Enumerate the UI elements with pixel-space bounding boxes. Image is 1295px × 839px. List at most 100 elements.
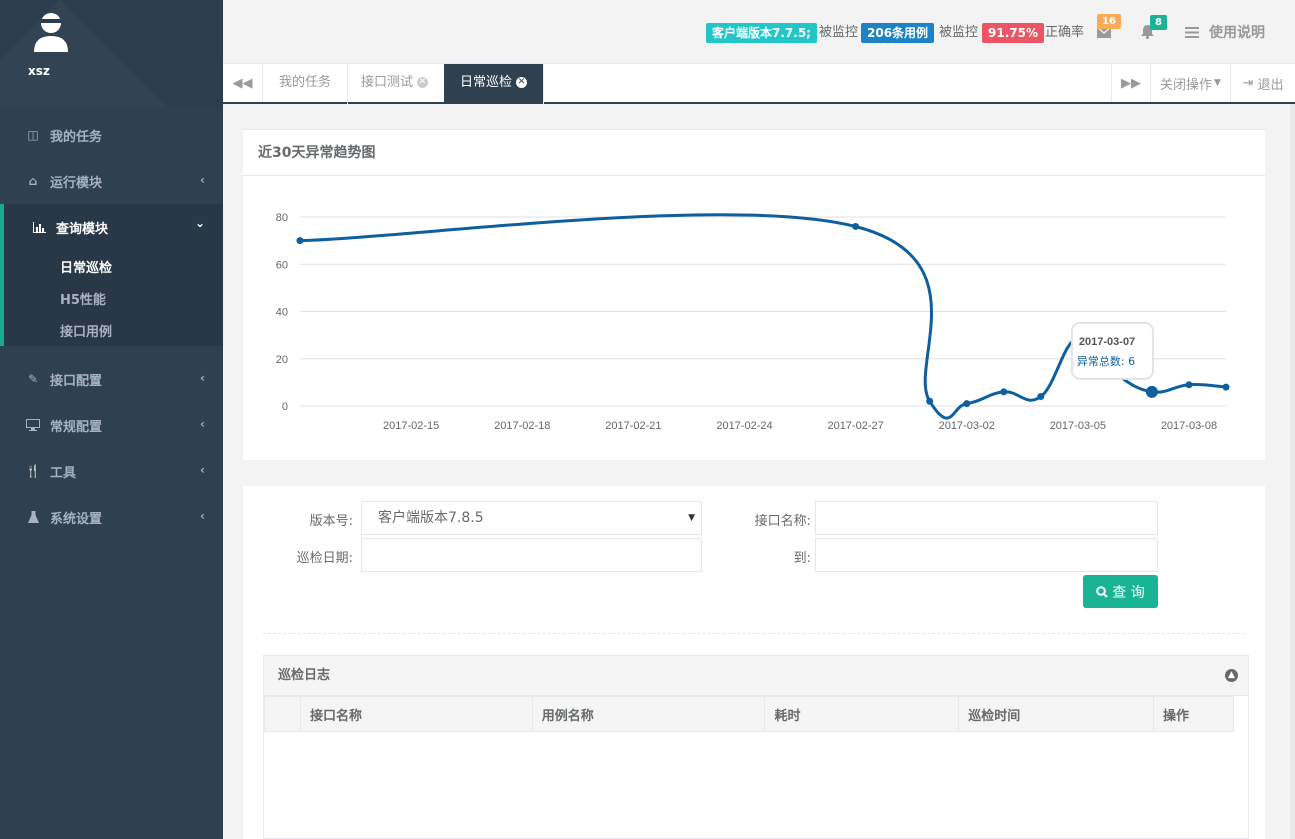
x-tick-label: 2017-02-18 [494,420,550,432]
column-header[interactable]: 耗时 [764,696,960,732]
nav-system-settings[interactable]: 系统设置 ‹ [0,494,223,540]
avatar-icon[interactable] [30,10,72,52]
monitored-text: 被监控 [819,25,859,40]
cases-label: 206条用例 [861,23,935,43]
y-tick-label: 20 [276,354,288,366]
username[interactable]: xsz [28,64,50,78]
y-tick-label: 40 [276,307,288,319]
close-ops-label: 关闭操作 [1160,77,1213,93]
tab-bar: ◀◀ 我的任务 接口测试 ✕ 日常巡检 ✕ ▶▶ 关闭操作 ▼ ⇥ 退出 [223,64,1295,104]
trend-chart: 0 20 40 60 80 2017-02-15 2017-02-18 2017-02-21 2… [276,212,1230,432]
x-tick-label: 2017-03-05 [1050,420,1106,432]
monitored-text: 被监控 [939,25,979,40]
x-tick-label: 2017-03-08 [1161,420,1217,432]
log-panel-title: 巡检日志 [278,668,331,683]
nav-run-module[interactable]: ⌂ 运行模块 ‹ [0,158,223,204]
nav-label: 运行模块 [50,175,103,191]
bell-count-badge: 8 [1150,15,1167,30]
scroll-left-button[interactable]: ◀◀ [223,64,263,102]
nav-tools[interactable]: 🍴 工具 ‹ [0,448,223,494]
logout-label: 退出 [1257,77,1284,93]
x-tick-label: 2017-02-15 [383,420,439,432]
log-panel-header: 巡检日志 ▲ [264,656,1248,696]
tooltip-date: 2017-03-07 [1079,336,1135,348]
api-name-input[interactable] [815,501,1158,535]
nav-my-tasks[interactable]: ◫ 我的任务 [0,112,223,158]
nav-api-config[interactable]: ✎ 接口配置 ‹ [0,356,223,402]
query-button-label: 查 询 [1112,584,1145,601]
close-tab-icon[interactable]: ✕ [417,77,429,88]
tab-daily-inspection[interactable]: 日常巡检 ✕ [444,64,545,104]
chevron-left-icon: ‹ [200,417,205,431]
nav-query-group: 查询模块 ⌄ 日常巡检 H5性能 接口用例 [0,204,223,346]
y-tick-label: 80 [276,212,288,224]
tooltip-box [1070,321,1154,380]
subnav-api-cases[interactable]: 接口用例 [32,314,223,346]
data-point-highlighted [1145,385,1158,398]
table-header-row: 接口名称 用例名称 耗时 巡检时间 操作 [264,696,1234,732]
backward-icon: ◀◀ [232,75,253,91]
nav-label: 查询模块 [56,221,109,237]
date-to-input[interactable] [815,538,1158,572]
column-header[interactable]: 用例名称 [531,696,766,732]
date-to-label: 到: [793,551,811,566]
scrollbar-track[interactable] [1290,104,1295,839]
select-column-header [264,696,301,732]
chevron-left-icon: ‹ [200,173,205,187]
query-form-panel: 版本号: 客户端版本7.8.5 ▼ 接口名称: 巡检日期: 到: 查 询 巡检日… [243,486,1265,839]
y-tick-label: 60 [276,259,288,271]
query-button[interactable]: 查 询 [1083,575,1158,608]
chevron-left-icon: ‹ [200,371,205,385]
mail-count-badge: 16 [1097,14,1121,29]
cutlery-icon: 🍴 [25,464,41,478]
data-point [852,222,860,230]
x-tick-label: 2017-03-02 [939,420,995,432]
edit-icon: ✎ [27,372,39,386]
scroll-right-button[interactable]: ▶▶ [1111,64,1151,102]
search-icon [1096,585,1109,598]
column-header[interactable]: 巡检时间 [958,696,1155,732]
column-header[interactable]: 接口名称 [299,696,533,732]
desktop-icon [26,418,40,432]
data-point [1222,383,1230,391]
nav-label: 我的任务 [50,129,103,145]
subnav-h5-performance[interactable]: H5性能 [32,282,223,314]
y-tick-label: 0 [282,401,288,413]
date-label: 巡检日期: [296,551,353,566]
nav-label: 常规配置 [50,419,103,435]
list-icon [1185,27,1199,38]
tab-label: 我的任务 [279,75,332,90]
sidebar: xsz ◫ 我的任务 ⌂ 运行模块 ‹ 查询模块 ⌄ 日常巡检 H5性能 接口用… [0,0,223,839]
nav-label: 工具 [50,465,77,481]
chevron-left-icon: ‹ [200,509,205,523]
help-link[interactable]: 使用说明 [1209,23,1265,43]
tab-label: 日常巡检 [460,75,513,90]
subnav-daily-inspection[interactable]: 日常巡检 [32,250,223,282]
data-point [1185,381,1193,389]
chevron-down-icon: ⌄ [194,216,205,230]
api-name-label: 接口名称: [754,514,811,529]
logout-button[interactable]: ⇥ 退出 [1231,64,1295,102]
version-select-value: 客户端版本7.8.5 [378,510,484,526]
tab-my-tasks[interactable]: 我的任务 [263,64,349,104]
nav-general-config[interactable]: 常规配置 ‹ [0,402,223,448]
nav-query-module[interactable]: 查询模块 ⌄ [32,204,223,250]
column-header[interactable]: 操作 [1153,696,1234,732]
bar-chart-icon [32,220,46,234]
series-line [299,213,1227,420]
chart-panel-title: 近30天异常趋势图 [243,130,1265,176]
data-point [963,400,971,408]
close-tab-icon[interactable]: ✕ [516,77,528,88]
caret-down-icon: ▼ [1214,78,1221,88]
collapse-up-icon[interactable]: ▲ [1225,669,1238,682]
date-from-input[interactable] [361,538,702,572]
version-select[interactable]: 客户端版本7.8.5 ▼ [361,501,702,535]
data-point [1037,393,1045,401]
accuracy-label: 91.75% [982,23,1044,43]
divider [263,633,1245,634]
top-navbar: 客户端版本7.7.5; 被监控 206条用例 被监控 91.75% 正确率 16… [223,0,1295,64]
close-ops-dropdown[interactable]: 关闭操作 ▼ [1151,64,1231,102]
columns-icon: ◫ [27,128,39,142]
data-point [1000,388,1008,396]
tab-api-test[interactable]: 接口测试 ✕ [345,64,446,104]
